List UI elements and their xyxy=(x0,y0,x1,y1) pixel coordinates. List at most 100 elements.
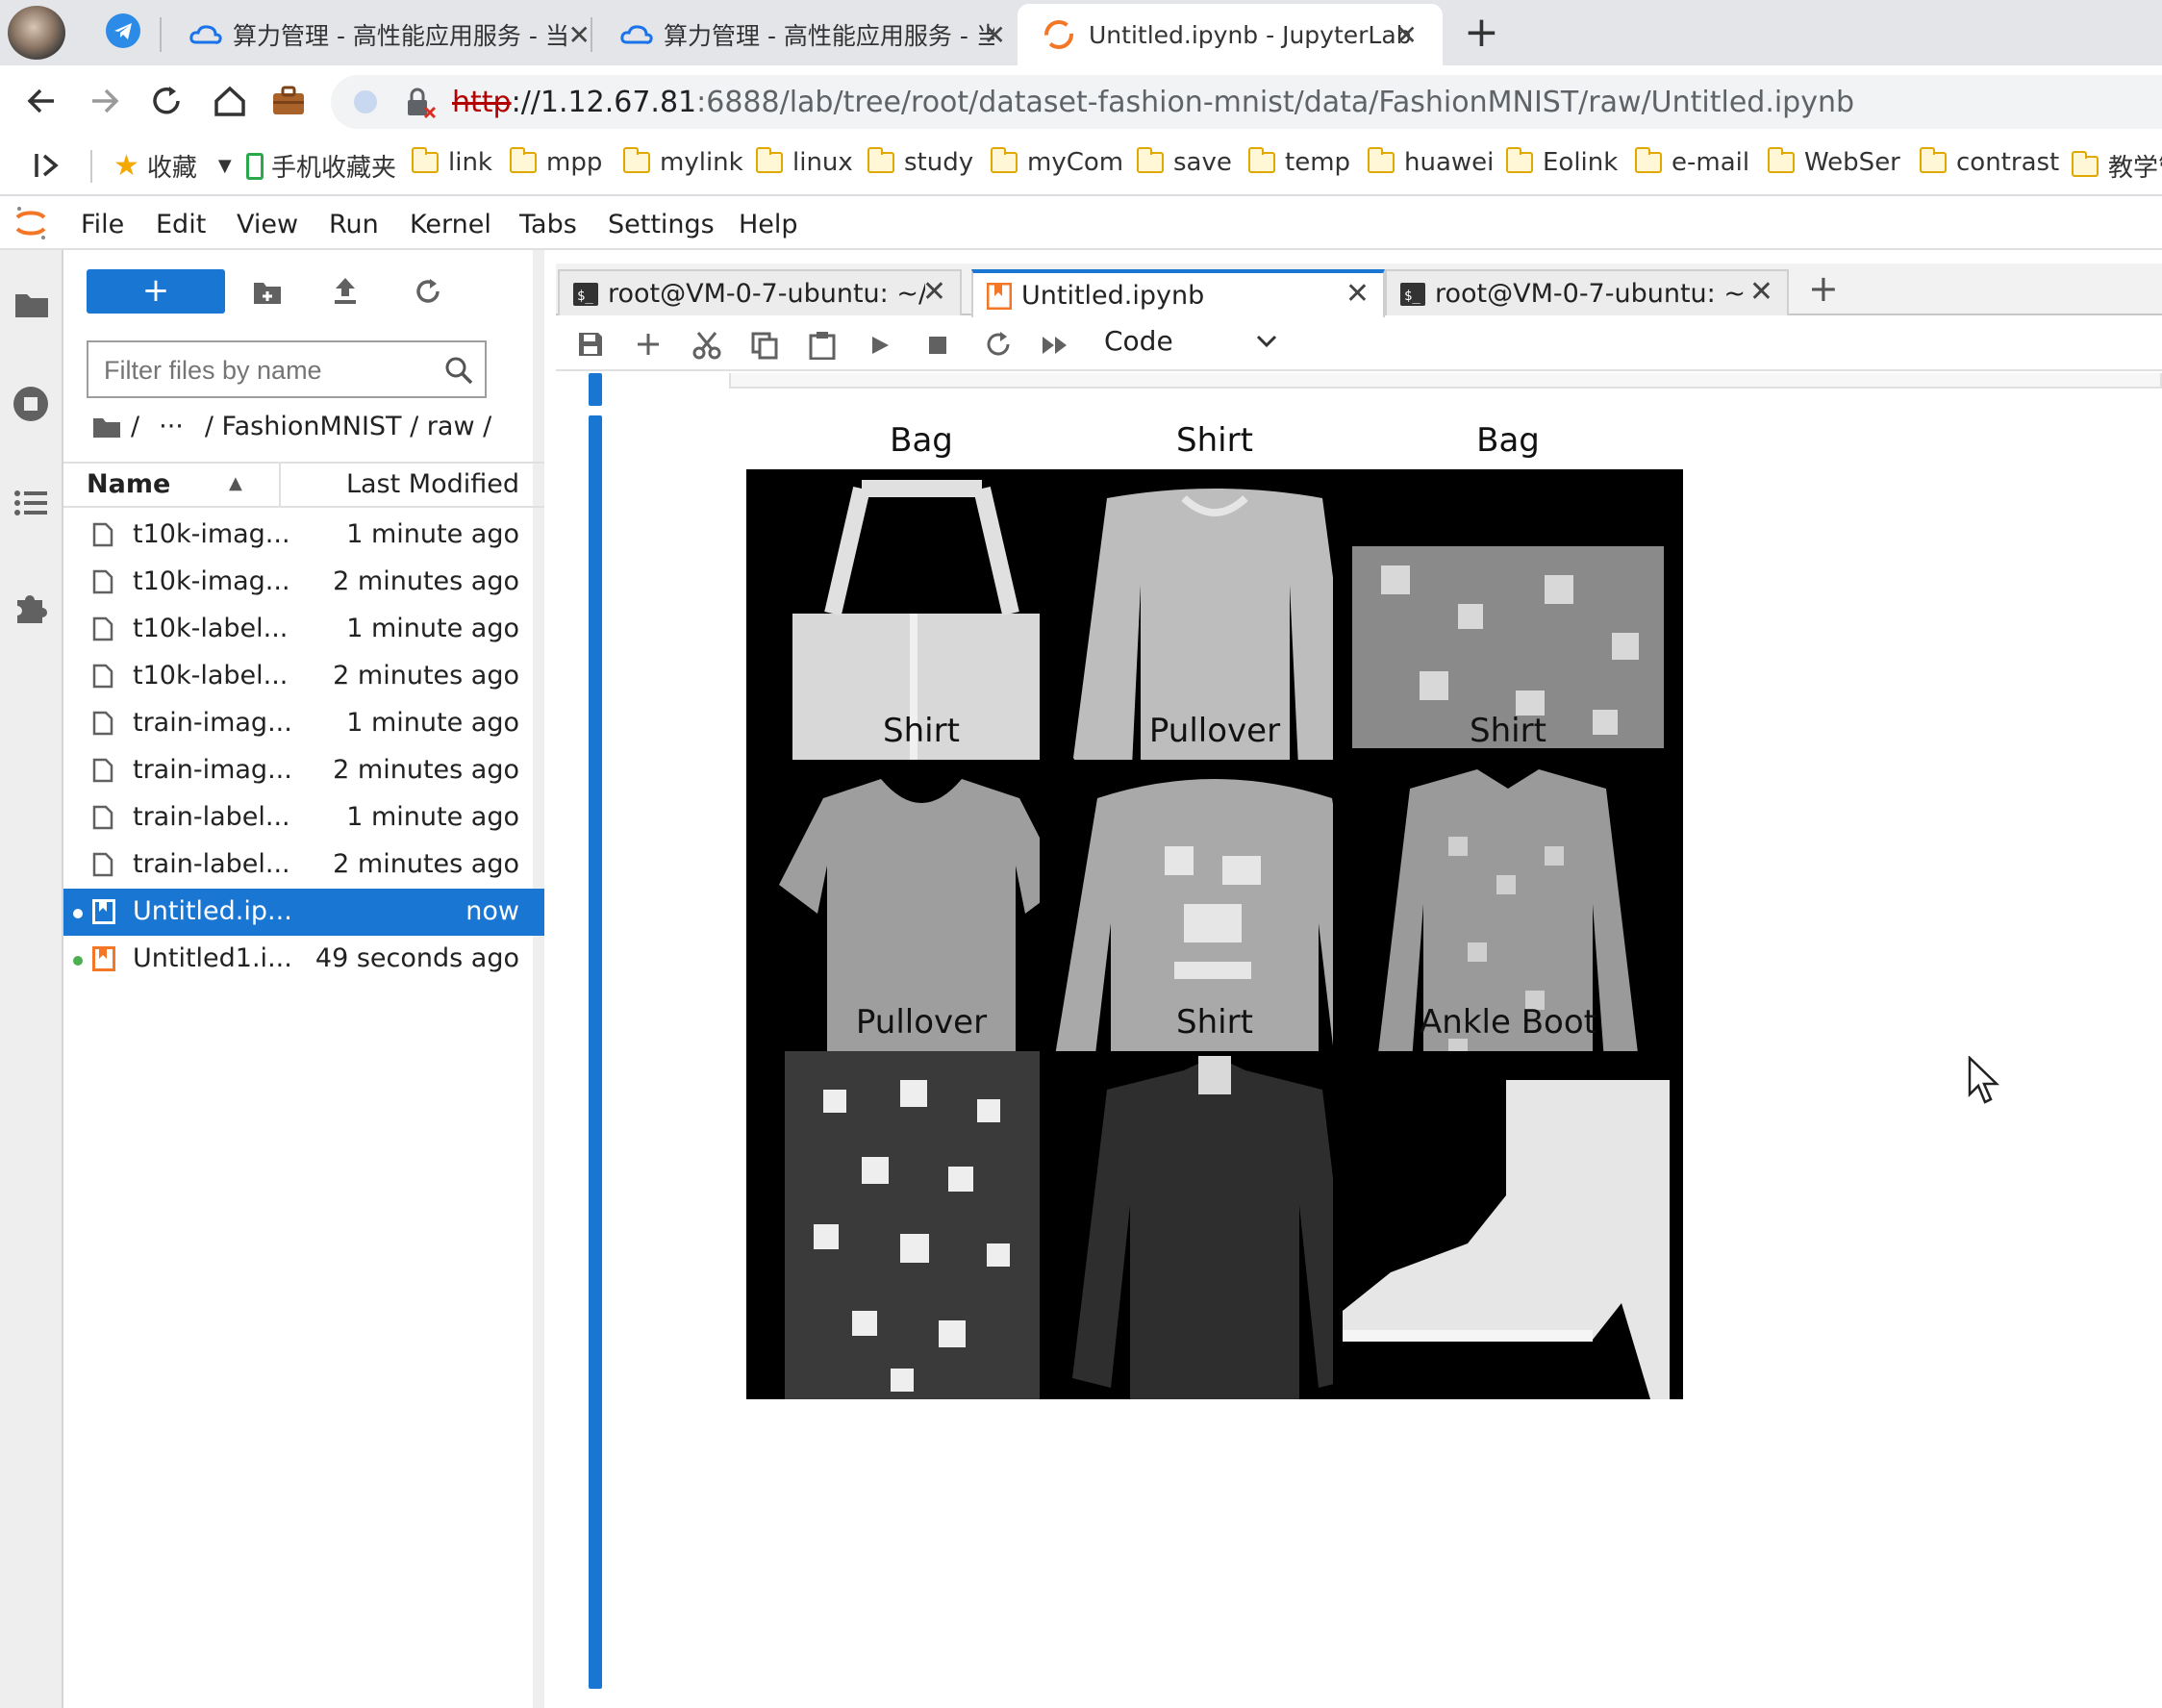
column-modified-header[interactable]: Last Modified xyxy=(346,469,519,499)
forward-icon[interactable] xyxy=(87,83,123,119)
bookmark-mobile[interactable]: 手机收藏夹 xyxy=(246,148,396,184)
close-tab-icon[interactable]: ✕ xyxy=(1395,19,1418,51)
filter-files-field[interactable] xyxy=(87,340,487,398)
menu-view[interactable]: View xyxy=(237,210,298,239)
table-of-contents-icon[interactable] xyxy=(13,489,48,517)
menu-settings[interactable]: Settings xyxy=(608,210,715,239)
tab-terminal-2[interactable]: $_ root@VM-0-7-ubuntu: ~ ✕ xyxy=(1385,269,1789,315)
menu-run[interactable]: Run xyxy=(329,210,379,239)
menu-file[interactable]: File xyxy=(81,210,124,239)
bookmark-folder[interactable]: temp xyxy=(1248,147,1350,177)
sidebar-toggle-icon[interactable] xyxy=(33,150,62,181)
close-tab-icon[interactable]: ✕ xyxy=(568,19,591,51)
refresh-icon[interactable] xyxy=(414,277,442,306)
chevron-down-icon[interactable]: ▼ xyxy=(218,156,232,176)
upload-icon[interactable] xyxy=(331,275,360,306)
bookmark-label: huawei xyxy=(1404,148,1495,177)
bookmark-folder[interactable]: Eolink xyxy=(1506,147,1618,177)
file-modified: 49 seconds ago xyxy=(314,943,519,973)
file-row[interactable]: train-imag... 2 minutes ago xyxy=(63,747,544,794)
new-tab-button[interactable]: + xyxy=(1464,8,1499,57)
restart-icon[interactable] xyxy=(985,331,1012,358)
bookmark-folder[interactable]: study xyxy=(867,147,973,177)
reload-icon[interactable] xyxy=(148,83,185,119)
insecure-lock-icon[interactable] xyxy=(404,87,437,119)
bookmark-folder[interactable]: 教学管 xyxy=(2072,148,2162,184)
browser-tab-strip: 算力管理 - 高性能应用服务 - 当 ✕ 算力管理 - 高性能应用服务 - 当 … xyxy=(0,0,2162,65)
bookmark-folder[interactable]: e-mail xyxy=(1635,147,1749,177)
menu-help[interactable]: Help xyxy=(739,210,798,239)
file-row[interactable]: train-label... 1 minute ago xyxy=(63,794,544,841)
browser-tab-active[interactable]: Untitled.ipynb - JupyterLab ✕ xyxy=(1018,4,1443,65)
copy-icon[interactable] xyxy=(750,331,779,360)
file-browser-panel: + / ··· / FashionMNIST / raw / Name ▲ La… xyxy=(63,250,544,1708)
folder-icon xyxy=(2072,150,2099,177)
bookmark-folder[interactable]: contrast xyxy=(1920,147,2059,177)
file-modified: now xyxy=(465,896,519,926)
back-icon[interactable] xyxy=(23,83,60,119)
bookmark-folder[interactable]: mylink xyxy=(623,147,743,177)
breadcrumb-root[interactable]: / xyxy=(131,412,139,441)
breadcrumb-path[interactable]: / FashionMNIST / raw / xyxy=(205,412,491,441)
profile-avatar[interactable] xyxy=(8,6,65,60)
cell-type-select[interactable]: Code xyxy=(1104,325,1277,357)
menu-tabs[interactable]: Tabs xyxy=(519,210,577,239)
folder-icon xyxy=(623,147,650,173)
menu-edit[interactable]: Edit xyxy=(156,210,206,239)
close-tab-icon[interactable]: ✕ xyxy=(984,19,1006,51)
cloud-icon xyxy=(189,21,223,48)
run-icon[interactable] xyxy=(869,335,891,356)
column-name-header[interactable]: Name xyxy=(87,469,170,499)
home-icon[interactable] xyxy=(212,83,248,119)
bookmark-folder[interactable]: save xyxy=(1137,147,1232,177)
file-row[interactable]: Untitled1.i... 49 seconds ago xyxy=(63,936,544,983)
file-icon xyxy=(92,569,113,594)
stop-icon[interactable] xyxy=(929,337,946,354)
cell-collapser[interactable] xyxy=(589,373,602,406)
browser-tab-2[interactable]: 算力管理 - 高性能应用服务 - 当 ✕ xyxy=(594,4,1008,65)
folder-icon[interactable] xyxy=(13,289,50,319)
tab-label: root@VM-0-7-ubuntu: ~ xyxy=(1435,279,1746,309)
save-icon[interactable] xyxy=(577,331,604,358)
file-row[interactable]: t10k-imag... 2 minutes ago xyxy=(63,559,544,606)
filter-input[interactable] xyxy=(104,352,431,389)
extensions-icon[interactable] xyxy=(13,589,50,625)
menu-kernel[interactable]: Kernel xyxy=(410,210,491,239)
file-row[interactable]: train-label... 2 minutes ago xyxy=(63,841,544,889)
bookmark-folder[interactable]: WebSer xyxy=(1768,147,1900,177)
tab-terminal-1[interactable]: $_ root@VM-0-7-ubuntu: ~/d ✕ xyxy=(558,269,962,315)
run-all-icon[interactable] xyxy=(1041,335,1069,356)
paste-icon[interactable] xyxy=(808,331,837,360)
browser-tab-1[interactable]: 算力管理 - 高性能应用服务 - 当 ✕ xyxy=(163,4,591,65)
close-tab-icon[interactable]: ✕ xyxy=(1345,277,1370,311)
telegram-icon[interactable] xyxy=(106,13,140,48)
sort-ascending-icon[interactable]: ▲ xyxy=(229,473,242,493)
tab-notebook-active[interactable]: Untitled.ipynb ✕ xyxy=(971,269,1385,317)
close-tab-icon[interactable]: ✕ xyxy=(1749,275,1773,309)
add-tab-button[interactable]: + xyxy=(1808,267,1839,310)
briefcase-icon[interactable] xyxy=(271,85,306,117)
code-cell-input[interactable] xyxy=(729,373,2162,389)
bookmark-folder[interactable]: mpp xyxy=(510,147,602,177)
bookmark-folder[interactable]: link xyxy=(412,147,492,177)
file-row[interactable]: t10k-imag... 1 minute ago xyxy=(63,512,544,559)
new-launcher-button[interactable]: + xyxy=(87,269,225,314)
url-text[interactable]: http://1.12.67.81:6888/lab/tree/root/dat… xyxy=(452,86,1854,119)
close-tab-icon[interactable]: ✕ xyxy=(922,275,946,309)
bookmark-folder[interactable]: linux xyxy=(756,147,853,177)
file-row[interactable]: t10k-label... 2 minutes ago xyxy=(63,653,544,700)
bookmark-label: myCom xyxy=(1027,148,1124,177)
cut-icon[interactable] xyxy=(692,331,721,360)
new-folder-icon[interactable] xyxy=(252,279,283,306)
bookmark-favorites[interactable]: ★ 收藏 ▼ xyxy=(113,148,232,184)
breadcrumb-ellipsis[interactable]: ··· xyxy=(159,412,184,441)
output-collapser[interactable] xyxy=(589,415,602,1689)
breadcrumb-home-icon[interactable] xyxy=(92,415,121,439)
bookmark-folder[interactable]: huawei xyxy=(1368,147,1495,177)
running-kernels-icon[interactable] xyxy=(12,385,50,423)
bookmark-folder[interactable]: myCom xyxy=(991,147,1124,177)
file-row[interactable]: t10k-label... 1 minute ago xyxy=(63,606,544,653)
insert-cell-icon[interactable] xyxy=(635,331,662,358)
file-row[interactable]: train-imag... 1 minute ago xyxy=(63,700,544,747)
file-row[interactable]: Untitled.ip... now xyxy=(63,889,544,936)
